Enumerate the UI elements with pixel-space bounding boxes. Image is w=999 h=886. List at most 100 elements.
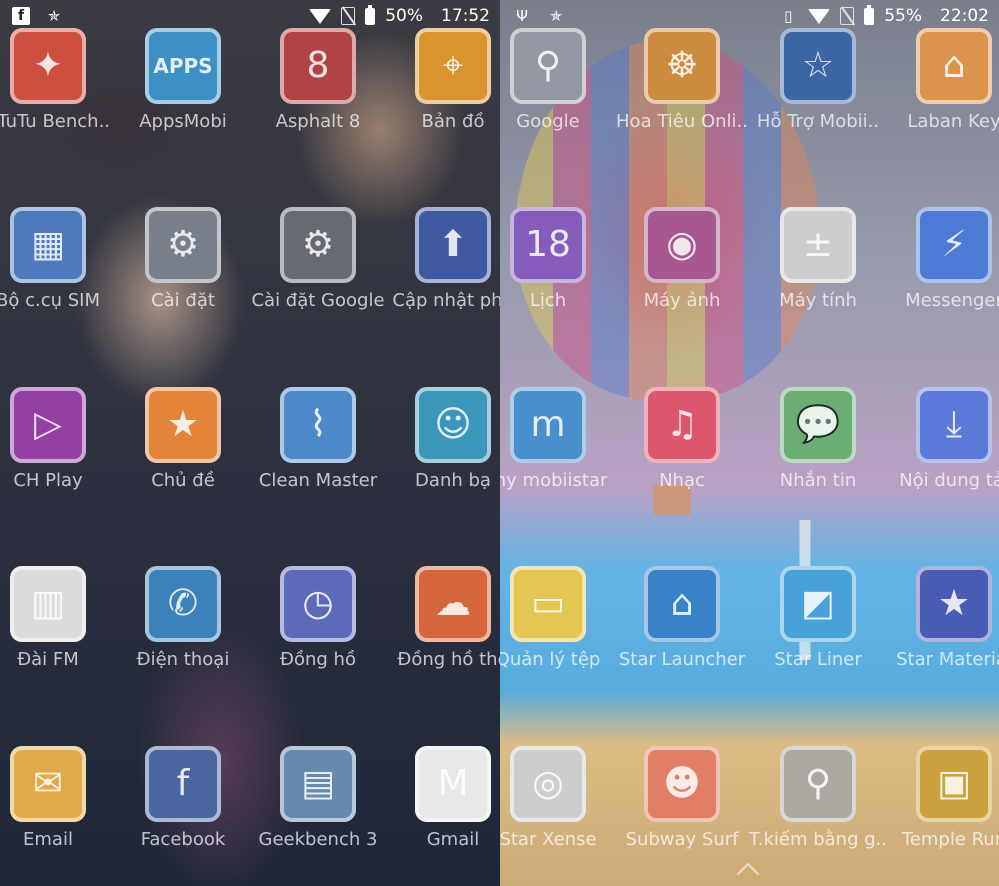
app-shortcut[interactable]: ✉ Email bbox=[0, 746, 116, 866]
play-store-icon[interactable]: ▷ bbox=[10, 387, 86, 463]
folder-icon[interactable]: ▭ bbox=[510, 566, 586, 642]
gmail-icon[interactable]: M bbox=[415, 746, 491, 822]
app-shortcut[interactable]: ☆ Hỗ Trợ Mobii.. bbox=[750, 28, 886, 148]
app-shortcut[interactable]: APPS AppsMobi bbox=[115, 28, 251, 148]
sim-icon[interactable]: ▦ bbox=[10, 207, 86, 283]
app-shortcut[interactable]: ☸ Hoa Tiêu Onli.. bbox=[614, 28, 750, 148]
asphalt-icon[interactable]: 8 bbox=[280, 28, 356, 104]
battery-percent: 55% bbox=[884, 6, 922, 26]
calculator-icon[interactable]: ± bbox=[780, 207, 856, 283]
liner-icon[interactable]: ◩ bbox=[780, 566, 856, 642]
app-shortcut[interactable]: ✆ Điện thoại bbox=[115, 566, 251, 686]
app-shortcut[interactable]: ♫ Nhạc bbox=[614, 387, 750, 507]
search-icon[interactable]: ⚲ bbox=[510, 28, 586, 104]
app-shortcut[interactable]: ± Máy tính bbox=[750, 207, 886, 327]
app-shortcut[interactable]: ▦ Bộ c.cụ SIM bbox=[0, 207, 116, 327]
app-shortcut[interactable]: ◩ Star Liner bbox=[750, 566, 886, 686]
app-shortcut[interactable]: M Gmail bbox=[385, 746, 500, 866]
camera-icon[interactable]: ◉ bbox=[644, 207, 720, 283]
app-icon-glyph: APPS bbox=[153, 54, 213, 78]
app-shortcut[interactable]: 8 Asphalt 8 bbox=[250, 28, 386, 148]
update-arrow-icon[interactable]: ⬆ bbox=[415, 207, 491, 283]
launcher-icon[interactable]: ⌂ bbox=[644, 566, 720, 642]
app-shortcut[interactable]: ☺ Danh bạ bbox=[385, 387, 500, 507]
app-shortcut[interactable]: ⌂ Laban Key bbox=[886, 28, 999, 148]
app-icon-glyph: M bbox=[437, 763, 469, 804]
xense-icon[interactable]: ◎ bbox=[510, 746, 586, 822]
radio-icon[interactable]: ▥ bbox=[10, 566, 86, 642]
app-shortcut[interactable]: ★ Chủ đề bbox=[115, 387, 251, 507]
google-settings-icon[interactable]: ⚙ bbox=[280, 207, 356, 283]
app-label: CH Play bbox=[13, 470, 83, 491]
facebook-app-icon[interactable]: f bbox=[145, 746, 221, 822]
broom-icon[interactable]: ⌇ bbox=[280, 387, 356, 463]
temple-run-icon[interactable]: ▣ bbox=[916, 746, 992, 822]
app-label: Đài FM bbox=[17, 649, 79, 670]
star-support-icon[interactable]: ☆ bbox=[780, 28, 856, 104]
helm-icon[interactable]: ☸ bbox=[644, 28, 720, 104]
app-shortcut[interactable]: ☻ Subway Surf bbox=[614, 746, 750, 866]
calendar-icon[interactable]: 18 bbox=[510, 207, 586, 283]
weather-clock-icon[interactable]: ☁ bbox=[415, 566, 491, 642]
app-label: Star Liner bbox=[774, 649, 862, 670]
message-icon[interactable]: 💬 bbox=[780, 387, 856, 463]
app-label: Laban Key bbox=[907, 111, 999, 132]
wifi-icon bbox=[808, 8, 831, 24]
messenger-icon[interactable]: ⚡ bbox=[916, 207, 992, 283]
app-shortcut[interactable]: ⚲ Google bbox=[500, 28, 616, 148]
app-shortcut[interactable]: ▷ CH Play bbox=[0, 387, 116, 507]
app-shortcut[interactable]: ▤ Geekbench 3 bbox=[250, 746, 386, 866]
star-material-icon[interactable]: ★ bbox=[916, 566, 992, 642]
app-shortcut[interactable]: ▣ Temple Run bbox=[886, 746, 999, 866]
appsmobi-icon[interactable]: APPS bbox=[145, 28, 221, 104]
voice-search-icon[interactable]: ⚲ bbox=[780, 746, 856, 822]
app-shortcut[interactable]: ⤓ Nội dung tải bbox=[886, 387, 999, 507]
music-icon[interactable]: ♫ bbox=[644, 387, 720, 463]
geekbench-icon[interactable]: ▤ bbox=[280, 746, 356, 822]
laban-key-icon[interactable]: ⌂ bbox=[916, 28, 992, 104]
antutu-icon[interactable]: ✦ bbox=[10, 28, 86, 104]
app-shortcut[interactable]: ◷ Đồng hồ bbox=[250, 566, 386, 686]
app-shortcut[interactable]: ⌇ Clean Master bbox=[250, 387, 386, 507]
app-label: Hỗ Trợ Mobii.. bbox=[756, 111, 880, 132]
app-drawer-caret-icon[interactable] bbox=[736, 862, 760, 886]
app-shortcut[interactable]: m my mobiistar bbox=[500, 387, 616, 507]
app-shortcut[interactable]: ⚡ Messenger bbox=[886, 207, 999, 327]
app-shortcut[interactable]: 💬 Nhắn tin bbox=[750, 387, 886, 507]
app-shortcut[interactable]: ⬆ Cập nhật phầ bbox=[385, 207, 500, 327]
gear-icon[interactable]: ⚙ bbox=[145, 207, 221, 283]
app-shortcut[interactable]: ⚲ T.kiếm bằng g.. bbox=[749, 746, 887, 866]
app-shortcut[interactable]: ◎ Star Xense bbox=[500, 746, 616, 866]
mobiistar-icon[interactable]: m bbox=[510, 387, 586, 463]
app-shortcut[interactable]: 18 Lịch bbox=[500, 207, 616, 327]
app-shortcut[interactable]: ⚙ Cài đặt Google bbox=[250, 207, 386, 327]
app-label: Star Launcher bbox=[618, 649, 746, 670]
app-shortcut[interactable]: ⌖ Bản đồ bbox=[385, 28, 500, 148]
app-shortcut[interactable]: ⚙ Cài đặt bbox=[115, 207, 251, 327]
app-shortcut[interactable]: f Facebook bbox=[115, 746, 251, 866]
email-icon[interactable]: ✉ bbox=[10, 746, 86, 822]
app-label: Cập nhật phầ bbox=[392, 290, 500, 311]
app-icon-glyph: ⌇ bbox=[309, 404, 327, 445]
themes-icon[interactable]: ★ bbox=[145, 387, 221, 463]
clock-icon[interactable]: ◷ bbox=[280, 566, 356, 642]
app-shortcut[interactable]: ⌂ Star Launcher bbox=[614, 566, 750, 686]
subway-surf-icon[interactable]: ☻ bbox=[644, 746, 720, 822]
app-icon-glyph: 8 bbox=[306, 45, 330, 86]
map-pin-icon[interactable]: ⌖ bbox=[415, 28, 491, 104]
app-label: Nhạc bbox=[659, 470, 705, 491]
app-shortcut[interactable]: ☁ Đồng hồ thờ bbox=[385, 566, 500, 686]
phone-icon[interactable]: ✆ bbox=[145, 566, 221, 642]
right-home-screen: Ψ ✯ ▯ 55% 22:02 ⚲ Google ☸ Hoa Tiêu Onli.. ☆… bbox=[500, 0, 999, 886]
app-label: Điện thoại bbox=[136, 649, 230, 670]
app-shortcut[interactable]: ▭ Quản lý tệp bbox=[500, 566, 616, 686]
app-shortcut[interactable]: ✦ nTuTu Bench.. bbox=[0, 28, 116, 148]
app-label: Bộ c.cụ SIM bbox=[0, 290, 100, 311]
app-label: Clean Master bbox=[258, 470, 378, 491]
app-shortcut[interactable]: ▥ Đài FM bbox=[0, 566, 116, 686]
contacts-icon[interactable]: ☺ bbox=[415, 387, 491, 463]
app-label: Chủ đề bbox=[151, 470, 215, 491]
app-shortcut[interactable]: ◉ Máy ảnh bbox=[614, 207, 750, 327]
download-icon[interactable]: ⤓ bbox=[916, 387, 992, 463]
app-shortcut[interactable]: ★ Star Material bbox=[886, 566, 999, 686]
